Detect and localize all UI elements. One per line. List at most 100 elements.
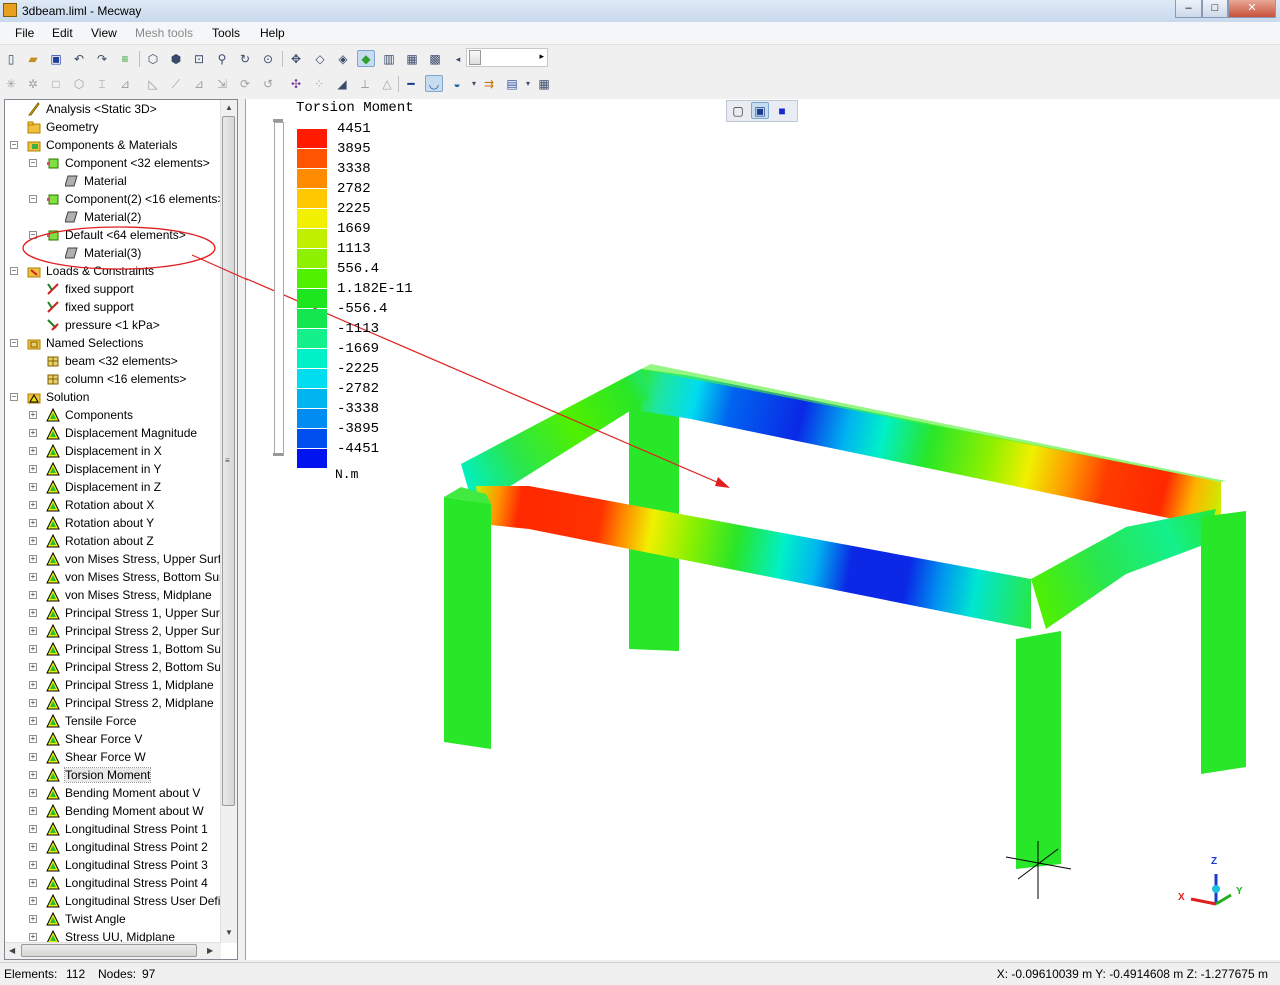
mesh-grid-icon[interactable]: ▩ [426,50,444,67]
close-button[interactable]: ✕ [1228,0,1276,18]
expand-toggle-icon[interactable]: + [29,771,37,779]
split-tool-icon[interactable]: ◺ [144,75,162,92]
tree-item[interactable]: + Principal Stress 1, Upper Surface [5,604,237,622]
expand-toggle-icon[interactable]: + [29,663,37,671]
expand-toggle-icon[interactable]: + [29,735,37,743]
expand-toggle-icon[interactable]: + [29,861,37,869]
tree-item[interactable]: + Displacement in Y [5,460,221,478]
expand-toggle-icon[interactable]: + [29,555,37,563]
menu-view[interactable]: View [91,26,117,40]
solid-tool-icon[interactable]: ⬡ [70,75,88,92]
tree-item[interactable]: − Components & Materials [5,136,221,154]
expand-toggle-icon[interactable]: + [29,789,37,797]
tree-item[interactable]: + Displacement Magnitude [5,424,221,442]
tree-item[interactable]: fixed support [5,298,221,316]
menu-edit[interactable]: Edit [52,26,73,40]
expand-toggle-icon[interactable]: + [29,537,37,545]
nodes-tool-icon[interactable]: ⁘ [310,75,328,92]
zoom-fit-icon[interactable]: ⊙ [259,50,277,67]
tree-item[interactable]: − Component <32 elements> [5,154,221,172]
collapse-toggle-icon[interactable]: − [10,339,18,347]
tree-item[interactable]: + Torsion Moment [5,766,221,784]
expand-toggle-icon[interactable]: + [29,645,37,653]
tree-item[interactable]: + Longitudinal Stress Point 1 [5,820,221,838]
expand-toggle-icon[interactable]: + [29,843,37,851]
expand-toggle-icon[interactable]: + [29,825,37,833]
tree-item[interactable]: beam <32 elements> [5,352,221,370]
expand-toggle-icon[interactable]: + [29,915,37,923]
slider-right-arrow-icon[interactable]: ▸ [539,51,544,62]
shaded-icon[interactable]: ◆ [357,50,375,67]
node-tool-icon[interactable]: ✳ [2,75,20,92]
expand-toggle-icon[interactable]: + [29,411,37,419]
zoom-box-icon[interactable]: ⊡ [190,50,208,67]
slider-thumb[interactable] [469,50,481,65]
panel-splitter[interactable] [238,99,245,960]
expand-toggle-icon[interactable]: + [29,483,37,491]
tree-item[interactable]: Geometry [5,118,221,136]
tree-item[interactable]: + Tensile Force [5,712,221,730]
scroll-right-arrow-icon[interactable]: ▶ [207,946,213,955]
box-tool-icon[interactable]: □ [47,75,65,92]
hidden-line-icon[interactable]: ▥ [380,50,398,67]
tree-item[interactable]: pressure <1 kPa> [5,316,221,334]
tree-item[interactable]: + Shear Force V [5,730,221,748]
tree-item[interactable]: + Longitudinal Stress Point 2 [5,838,221,856]
tree-horizontal-scrollbar[interactable]: ◀ ▶ [5,942,221,959]
model-viewport[interactable]: Torsion Moment 4451 3895 3338 2782 2225 1669 1… [245,99,1280,960]
rotate-tool-icon[interactable]: ⟳ [236,75,254,92]
expand-toggle-icon[interactable]: + [29,465,37,473]
tree-item[interactable]: Material [5,172,221,190]
tree-item[interactable]: + Twist Angle [5,910,221,928]
tree-item[interactable]: fixed support [5,280,221,298]
minimize-button[interactable]: – [1175,0,1202,18]
tree-item[interactable]: + Longitudinal Stress User Defined [5,892,237,910]
scroll-left-arrow-icon[interactable]: ◀ [9,946,15,955]
select-icon[interactable]: ✥ [287,50,305,67]
new-file-icon[interactable]: ▯ [2,50,20,67]
tree-item[interactable]: + Displacement in Z [5,478,221,496]
expand-toggle-icon[interactable]: + [29,501,37,509]
expand-toggle-icon[interactable]: + [29,897,37,905]
view-shaded-cube-icon[interactable]: ▣ [751,102,769,119]
tree-item[interactable]: + Rotation about X [5,496,221,514]
revolve-tool-icon[interactable]: ↺ [259,75,277,92]
menu-file[interactable]: File [15,26,34,40]
constraint-tool-icon[interactable]: ✣ [287,75,305,92]
scroll-up-arrow-icon[interactable]: ▲ [225,103,233,112]
tree-item[interactable]: + von Mises Stress, Bottom Surface [5,568,237,586]
expand-toggle-icon[interactable]: + [29,627,37,635]
expand-toggle-icon[interactable]: + [29,753,37,761]
move-tool-icon[interactable]: ⇲ [213,75,231,92]
wireframe-icon[interactable]: ◇ [311,50,329,67]
animation-slider[interactable]: ▸ [466,48,548,67]
collapse-toggle-icon[interactable]: − [10,393,18,401]
solve-icon[interactable]: ≡ [116,50,134,67]
extrude-tool-icon[interactable]: ⌶ [93,75,111,92]
tree-item[interactable]: + von Mises Stress, Upper Surface [5,550,237,568]
expand-toggle-icon[interactable]: + [29,699,37,707]
tree-item[interactable]: + von Mises Stress, Midplane [5,586,221,604]
contour-icon[interactable]: ◒ [448,75,466,92]
collapse-toggle-icon[interactable]: − [10,141,18,149]
tree-item[interactable]: + Principal Stress 2, Bottom Surface [5,658,237,676]
show-beam-icon[interactable]: ━ [402,75,420,92]
table-icon[interactable]: ▦ [535,75,553,92]
tree-item[interactable]: + Displacement in X [5,442,221,460]
menu-mesh-tools[interactable]: Mesh tools [135,26,193,40]
open-folder-icon[interactable]: ▰ [24,50,42,67]
vector-arrows-icon[interactable]: ⇉ [480,75,498,92]
expand-toggle-icon[interactable]: + [29,447,37,455]
maximize-button[interactable]: □ [1202,0,1228,18]
element-tool-icon[interactable]: ✲ [24,75,42,92]
tree-item[interactable]: + Rotation about Z [5,532,221,550]
expand-toggle-icon[interactable]: + [29,609,37,617]
tree-hscroll-thumb[interactable] [21,944,197,957]
tree-item[interactable]: + Rotation about Y [5,514,221,532]
expand-toggle-icon[interactable]: + [29,879,37,887]
zoom-icon[interactable]: ⚲ [213,50,231,67]
menu-help[interactable]: Help [260,26,285,40]
expand-toggle-icon[interactable]: + [29,807,37,815]
expand-toggle-icon[interactable]: + [29,591,37,599]
collapse-toggle-icon[interactable]: − [29,159,37,167]
